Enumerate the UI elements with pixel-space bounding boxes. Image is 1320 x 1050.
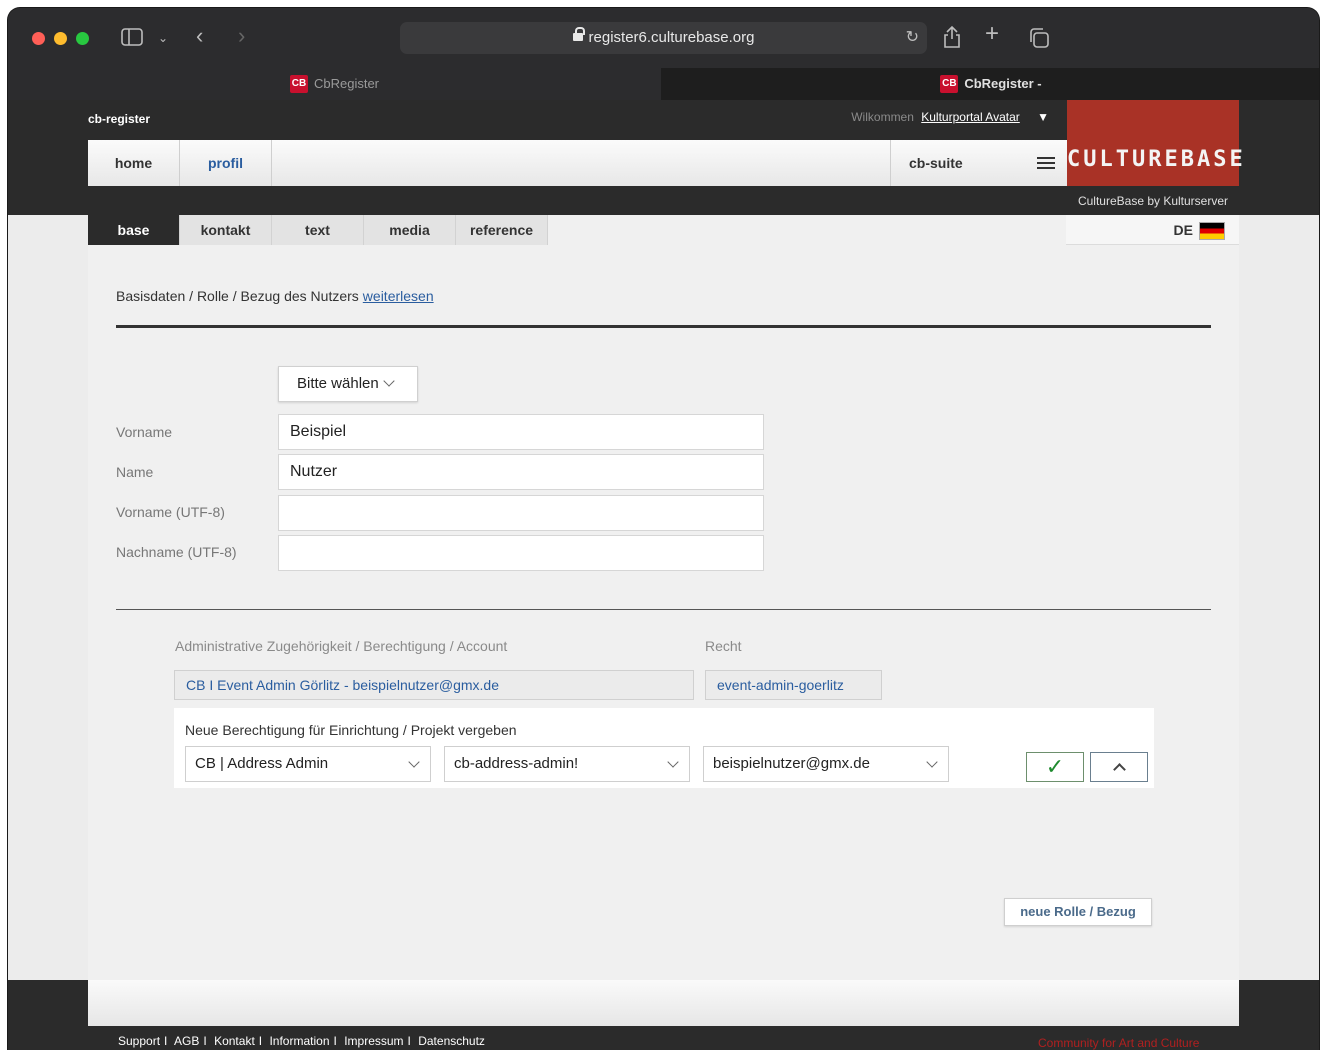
language-label: DE [1173, 222, 1193, 238]
nachname-utf8-label: Nachname (UTF-8) [116, 544, 237, 560]
browser-tab-2[interactable]: CB CbRegister - [663, 68, 1319, 100]
browser-toolbar: ⌄ ‹ › register6.culturebase.org ↻ + [8, 8, 1319, 68]
chevron-down-icon [383, 375, 395, 387]
cb-logo-icon: CB [940, 74, 959, 93]
footer-link-agb[interactable]: AGB [174, 1034, 199, 1048]
browser-window: ⌄ ‹ › register6.culturebase.org ↻ + CB Cb… [8, 8, 1319, 1050]
sidebar-menu-chevron-icon[interactable]: ⌄ [158, 28, 168, 48]
share-icon[interactable] [942, 25, 962, 53]
browser-tab-1[interactable]: CB CbRegister [8, 68, 661, 100]
footer-link-impressum[interactable]: Impressum [344, 1034, 403, 1048]
chevron-down-icon [926, 756, 938, 768]
forward-icon[interactable]: › [238, 25, 245, 47]
section-divider-2 [116, 609, 1211, 610]
right-select[interactable]: cb-address-admin! [444, 746, 690, 782]
nav-home[interactable]: home [88, 140, 180, 186]
name-input[interactable] [278, 454, 764, 490]
nav-cb-suite[interactable]: cb-suite [890, 140, 1067, 186]
web-page: cb-register Wilkommen Kulturportal Avata… [8, 100, 1319, 1050]
subtab-base[interactable]: base [88, 215, 180, 245]
culturebase-logo[interactable]: CULTUREBASE [1067, 100, 1243, 186]
new-tab-icon[interactable]: + [985, 22, 999, 46]
footer-link-information[interactable]: Information [269, 1034, 329, 1048]
salutation-select-value: Bitte wählen [297, 375, 379, 392]
main-content: base kontakt text media reference DE Bas… [88, 215, 1239, 1015]
chevron-down-icon [408, 756, 420, 768]
chevron-up-icon [1112, 763, 1126, 776]
separator: I [333, 1034, 337, 1048]
subtab-kontakt[interactable]: kontakt [180, 215, 272, 245]
read-more-link[interactable]: weiterlesen [363, 288, 434, 304]
section-intro: Basisdaten / Rolle / Bezug des Nutzers we… [116, 288, 434, 304]
tab-title: CbRegister - [964, 76, 1042, 91]
confirm-button[interactable]: ✓ [1026, 752, 1084, 782]
footer-link-kontakt[interactable]: Kontakt [214, 1034, 255, 1048]
separator: I [258, 1034, 263, 1048]
footer-bar [88, 980, 1239, 1026]
main-nav: home profil cb-suite [88, 140, 1067, 186]
back-icon[interactable]: ‹ [196, 25, 203, 47]
reload-icon[interactable]: ↻ [906, 22, 919, 54]
user-menu-caret-icon[interactable]: ▼ [1037, 110, 1049, 124]
lock-icon [572, 27, 585, 43]
account-select-value: beispielnutzer@gmx.de [713, 755, 870, 772]
account-select[interactable]: beispielnutzer@gmx.de [703, 746, 949, 782]
cb-suite-label: cb-suite [909, 155, 963, 171]
close-window-button[interactable] [32, 32, 45, 45]
footer-link-datenschutz[interactable]: Datenschutz [418, 1034, 485, 1048]
role-select[interactable]: CB | Address Admin [185, 746, 431, 782]
sidebar-icon[interactable] [121, 28, 143, 50]
minimize-window-button[interactable] [54, 32, 67, 45]
role-select-value: CB | Address Admin [195, 755, 329, 772]
salutation-select[interactable]: Bitte wählen [278, 366, 418, 402]
footer-band: Support I AGB I Kontakt I Information I Impr… [8, 980, 1319, 1050]
separator: I [407, 1034, 411, 1048]
tab-title: CbRegister [313, 76, 380, 91]
right-select-value: cb-address-admin! [454, 755, 579, 772]
welcome-text: Wilkommen [851, 110, 914, 124]
subtab-text[interactable]: text [272, 215, 364, 245]
app-name: cb-register [88, 112, 151, 126]
address-bar[interactable]: register6.culturebase.org ↻ [400, 22, 927, 54]
vorname-utf8-label: Vorname (UTF-8) [116, 504, 225, 520]
collapse-button[interactable] [1090, 752, 1148, 782]
admin-right-heading: Recht [705, 638, 742, 654]
new-permission-title: Neue Berechtigung für Einrichtung / Proj… [185, 722, 517, 738]
tab-overview-icon[interactable] [1028, 27, 1050, 53]
header-band: cb-register Wilkommen Kulturportal Avata… [8, 100, 1319, 215]
vorname-label: Vorname [116, 424, 173, 440]
chevron-down-icon [667, 756, 679, 768]
tab-strip: CB CbRegister CB CbRegister - [8, 68, 1319, 100]
vorname-utf8-input[interactable] [278, 495, 764, 531]
new-permission-panel: Neue Berechtigung für Einrichtung / Proj… [174, 708, 1154, 788]
intro-text: Basisdaten / Rolle / Bezug des Nutzers [116, 288, 359, 304]
vorname-input[interactable] [278, 414, 764, 450]
admin-account-value[interactable]: CB I Event Admin Görlitz - beispielnutze… [174, 670, 694, 700]
name-label: Name [116, 464, 154, 480]
german-flag-icon [1199, 222, 1225, 241]
nachname-utf8-input[interactable] [278, 535, 764, 571]
new-role-button[interactable]: neue Rolle / Bezug [1004, 898, 1152, 926]
subtab-media[interactable]: media [364, 215, 456, 245]
user-name-link[interactable]: Kulturportal Avatar [921, 110, 1020, 124]
separator: I [203, 1034, 207, 1048]
footer-link-support[interactable]: Support [118, 1034, 160, 1048]
language-switch[interactable]: DE [1066, 215, 1239, 245]
cb-logo-icon: CB [289, 74, 308, 93]
welcome-area: Wilkommen Kulturportal Avatar ▼ [851, 110, 1049, 124]
zoom-window-button[interactable] [76, 32, 89, 45]
checkmark-icon: ✓ [1045, 754, 1065, 779]
footer-tagline: Community for Art and Culture [1038, 1036, 1200, 1050]
section-divider [116, 325, 1211, 328]
footer-links: Support I AGB I Kontakt I Information I Impr… [118, 1034, 489, 1048]
subtab-reference[interactable]: reference [456, 215, 548, 245]
brand-subtitle: CultureBase by Kulturserver [1077, 194, 1229, 208]
admin-account-heading: Administrative Zugehörigkeit / Berechtig… [175, 638, 508, 654]
separator: I [164, 1034, 168, 1048]
url-text: register6.culturebase.org [588, 29, 755, 46]
admin-right-value[interactable]: event-admin-goerlitz [705, 670, 882, 700]
hamburger-menu-icon[interactable] [1037, 157, 1055, 169]
nav-profil[interactable]: profil [180, 140, 272, 186]
